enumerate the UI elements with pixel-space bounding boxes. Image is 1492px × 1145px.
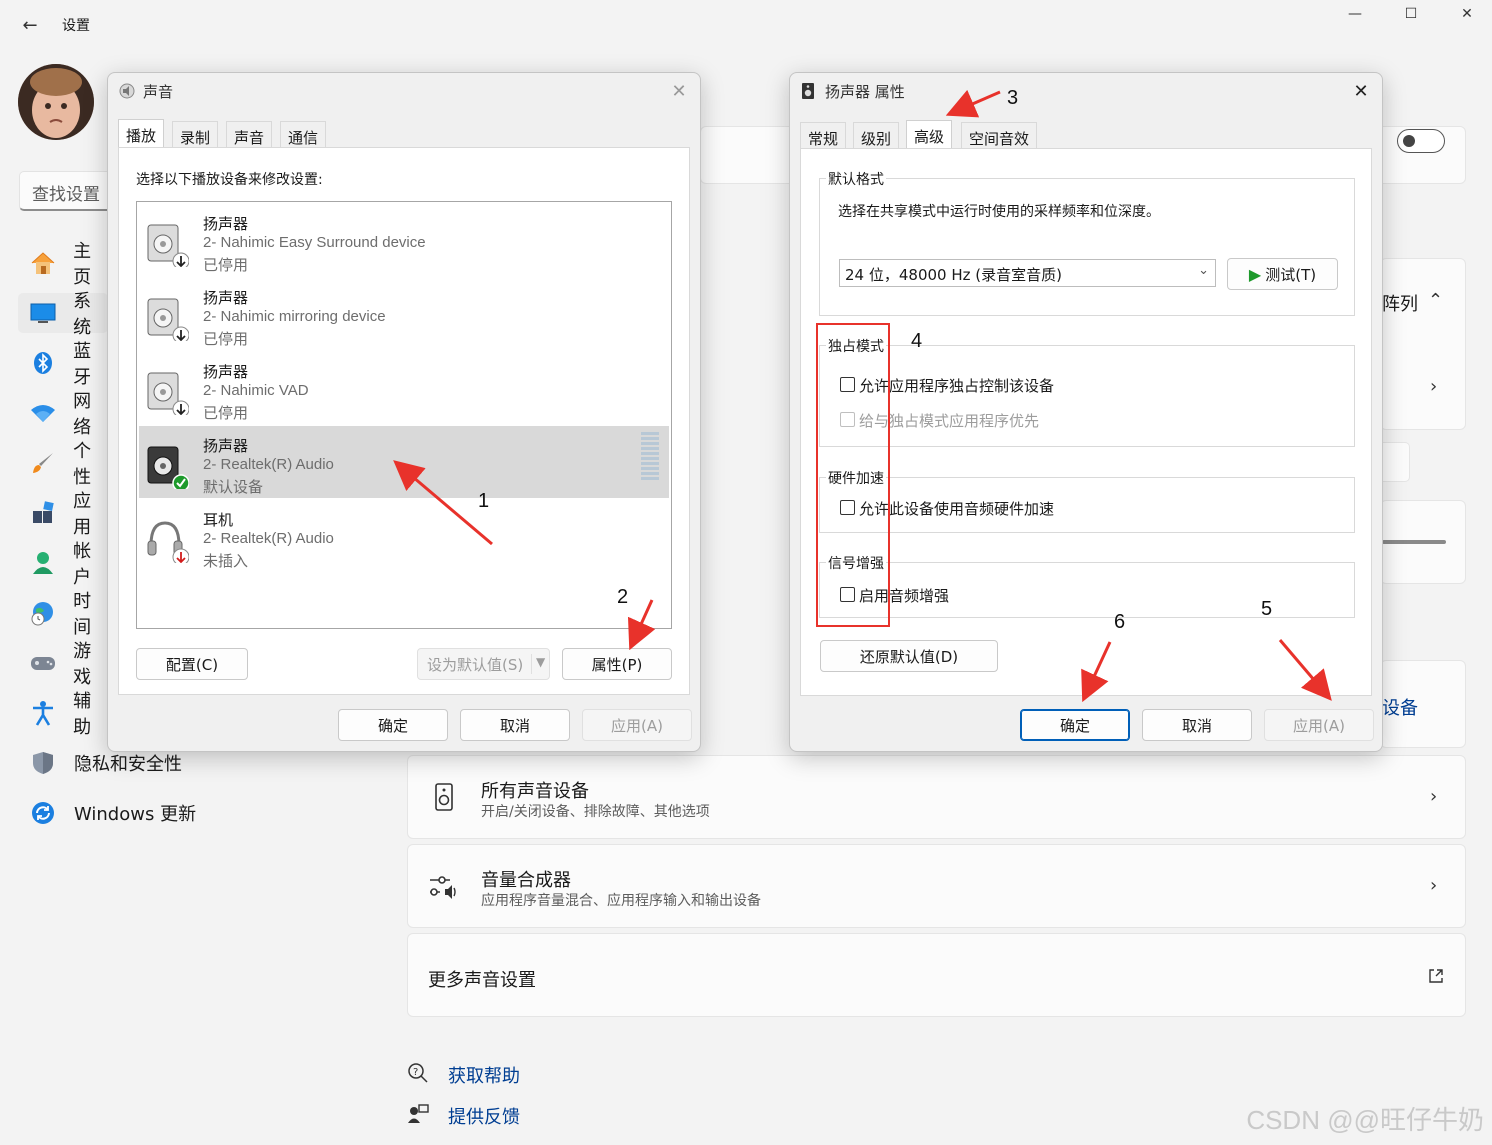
annotation-label-5: 5 xyxy=(1261,598,1273,620)
annotation-arrow-5 xyxy=(1278,639,1332,701)
annotation-label-3: 3 xyxy=(1007,87,1019,109)
annotation-arrow-6 xyxy=(1081,641,1112,703)
annotation-arrow-2 xyxy=(627,599,656,651)
annotation-label-1: 1 xyxy=(478,490,490,512)
annotation-label-4: 4 xyxy=(911,330,923,352)
annotation-label-6: 6 xyxy=(1114,611,1126,633)
tab-playback[interactable]: 播放 xyxy=(118,119,165,147)
tab-advanced[interactable]: 高级 xyxy=(906,120,953,148)
annotation-layer xyxy=(393,89,1332,703)
annotation-label-2: 2 xyxy=(617,586,629,608)
annotation-arrow-3 xyxy=(945,89,1001,118)
